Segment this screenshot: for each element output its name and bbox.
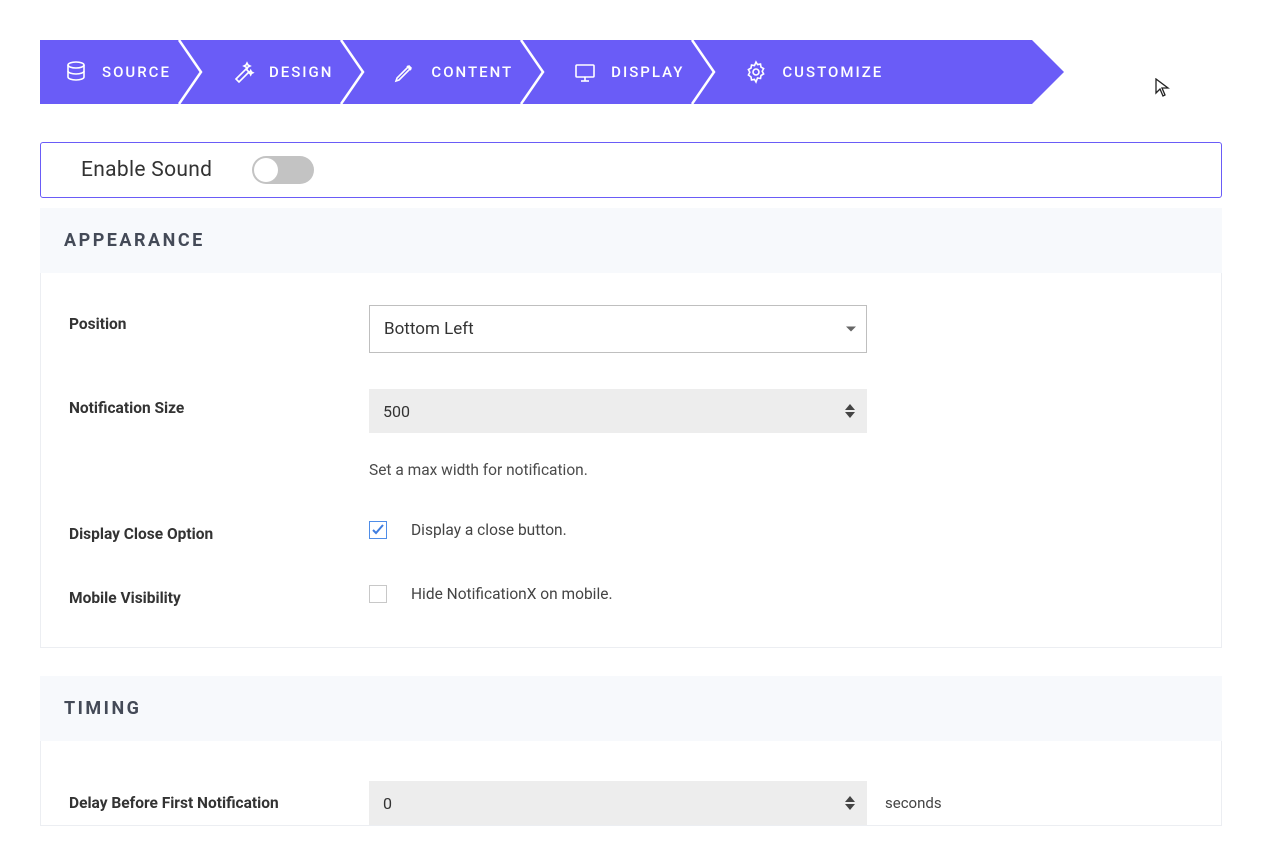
delay-first-value: 0 <box>383 794 392 813</box>
position-select[interactable]: Bottom Left <box>369 305 867 353</box>
position-label: Position <box>69 305 369 333</box>
mobile-visibility-label: Mobile Visibility <box>69 579 369 607</box>
mobile-visibility-checkbox[interactable] <box>369 585 387 603</box>
notification-size-label: Notification Size <box>69 389 369 417</box>
timing-section: Delay Before First Notification 0 second… <box>40 741 1222 826</box>
pencil-icon <box>393 60 417 84</box>
step-label: CUSTOMIZE <box>782 63 883 81</box>
step-customize[interactable]: CUSTOMIZE <box>708 40 907 104</box>
database-icon <box>64 60 88 84</box>
gear-icon <box>744 60 768 84</box>
wand-icon <box>231 60 255 84</box>
notification-size-input[interactable]: 500 <box>369 389 867 433</box>
chevron-down-icon <box>846 327 856 332</box>
appearance-heading: APPEARANCE <box>40 208 1222 273</box>
step-design[interactable]: DESIGN <box>195 40 357 104</box>
notification-size-value: 500 <box>383 402 410 421</box>
step-label: CONTENT <box>431 63 513 81</box>
step-content[interactable]: CONTENT <box>357 40 537 104</box>
appearance-section: Position Bottom Left Notification Size 5… <box>40 273 1222 648</box>
number-spinner[interactable] <box>845 400 861 422</box>
step-source[interactable]: SOURCE <box>40 40 195 104</box>
step-label: DESIGN <box>269 63 333 81</box>
position-value: Bottom Left <box>384 319 474 339</box>
enable-sound-label: Enable Sound <box>81 158 212 182</box>
enable-sound-row: Enable Sound <box>40 142 1222 198</box>
step-nav: SOURCE DESIGN CONTENT DISPLAY <box>40 40 1032 104</box>
step-label: DISPLAY <box>611 63 684 81</box>
number-spinner[interactable] <box>845 792 861 814</box>
step-display[interactable]: DISPLAY <box>537 40 708 104</box>
mobile-visibility-checkbox-label: Hide NotificationX on mobile. <box>411 585 613 603</box>
timing-heading: TIMING <box>40 676 1222 741</box>
display-close-checkbox[interactable] <box>369 521 387 539</box>
notification-size-help: Set a max width for notification. <box>369 461 867 479</box>
delay-first-unit: seconds <box>885 794 942 812</box>
display-close-label: Display Close Option <box>69 515 369 543</box>
enable-sound-toggle[interactable] <box>252 156 314 184</box>
delay-first-input[interactable]: 0 <box>369 781 867 825</box>
monitor-icon <box>573 60 597 84</box>
delay-first-label: Delay Before First Notification <box>69 794 369 812</box>
display-close-checkbox-label: Display a close button. <box>411 521 567 539</box>
step-label: SOURCE <box>102 63 171 81</box>
